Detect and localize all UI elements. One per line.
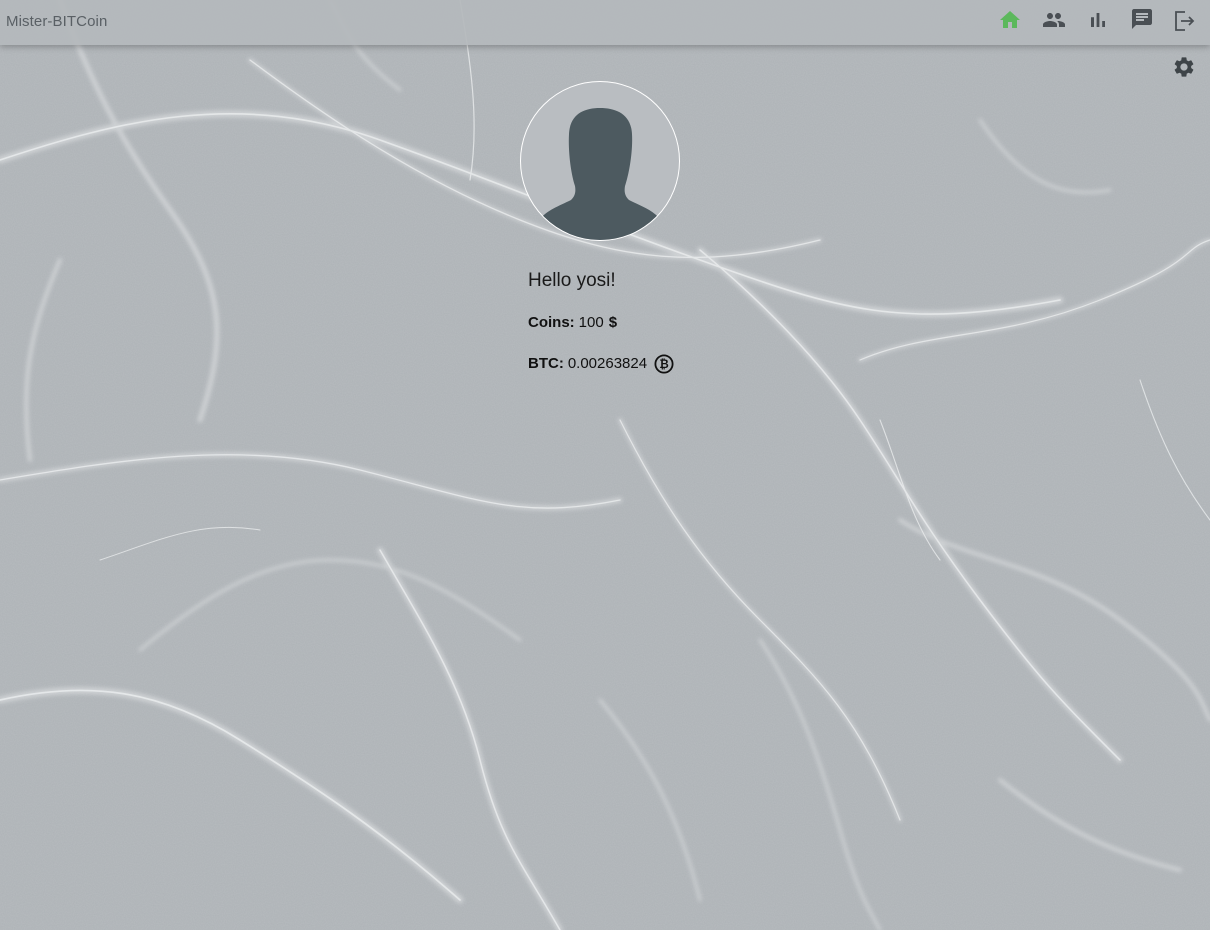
nav-chat-button[interactable] (1130, 7, 1156, 33)
coins-row: Coins: 100 $ (528, 312, 820, 332)
app-title[interactable]: Mister-BITCoin (6, 13, 107, 30)
nav-home-button[interactable] (998, 8, 1024, 34)
coins-value: 100 (578, 313, 604, 331)
app-header: Mister-BITCoin (0, 0, 1210, 45)
settings-button[interactable] (1172, 55, 1196, 79)
contacts-icon (1043, 13, 1065, 27)
greeting-text: Hello yosi! (528, 270, 616, 291)
nav-contacts-button[interactable] (1042, 8, 1068, 34)
btc-row: BTC: 0.00263824 ₿ (528, 353, 820, 374)
svg-text:₿: ₿ (659, 357, 668, 371)
avatar (520, 81, 680, 241)
home-icon (1000, 11, 1020, 28)
nav-statistics-button[interactable] (1086, 8, 1112, 34)
btc-label: BTC: (528, 354, 564, 372)
btc-value: 0.00263824 (567, 354, 648, 372)
chat-icon (1132, 9, 1152, 29)
logout-icon (1175, 11, 1195, 31)
dollar-sign: $ (608, 313, 618, 331)
user-profile: Hello yosi! Coins: 100 $ BTC: 0.00263824… (520, 81, 820, 374)
statistics-icon (1091, 13, 1105, 27)
bitcoin-icon: ₿ (654, 354, 674, 374)
nav-logout-button[interactable] (1172, 9, 1198, 35)
user-silhouette-icon (539, 108, 661, 240)
gear-icon (1174, 57, 1194, 77)
coins-label: Coins: (528, 313, 575, 331)
